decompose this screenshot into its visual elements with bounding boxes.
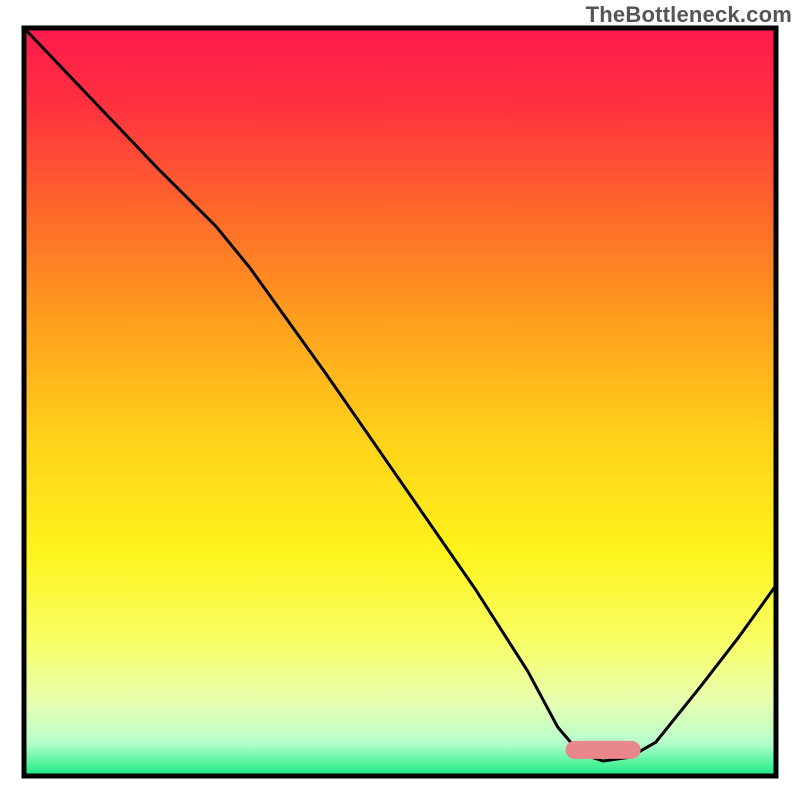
- watermark-text: TheBottleneck.com: [586, 2, 792, 28]
- plot-area: [24, 28, 776, 776]
- optimal-marker: [565, 741, 640, 759]
- bottleneck-chart: [0, 0, 800, 800]
- chart-container: TheBottleneck.com: [0, 0, 800, 800]
